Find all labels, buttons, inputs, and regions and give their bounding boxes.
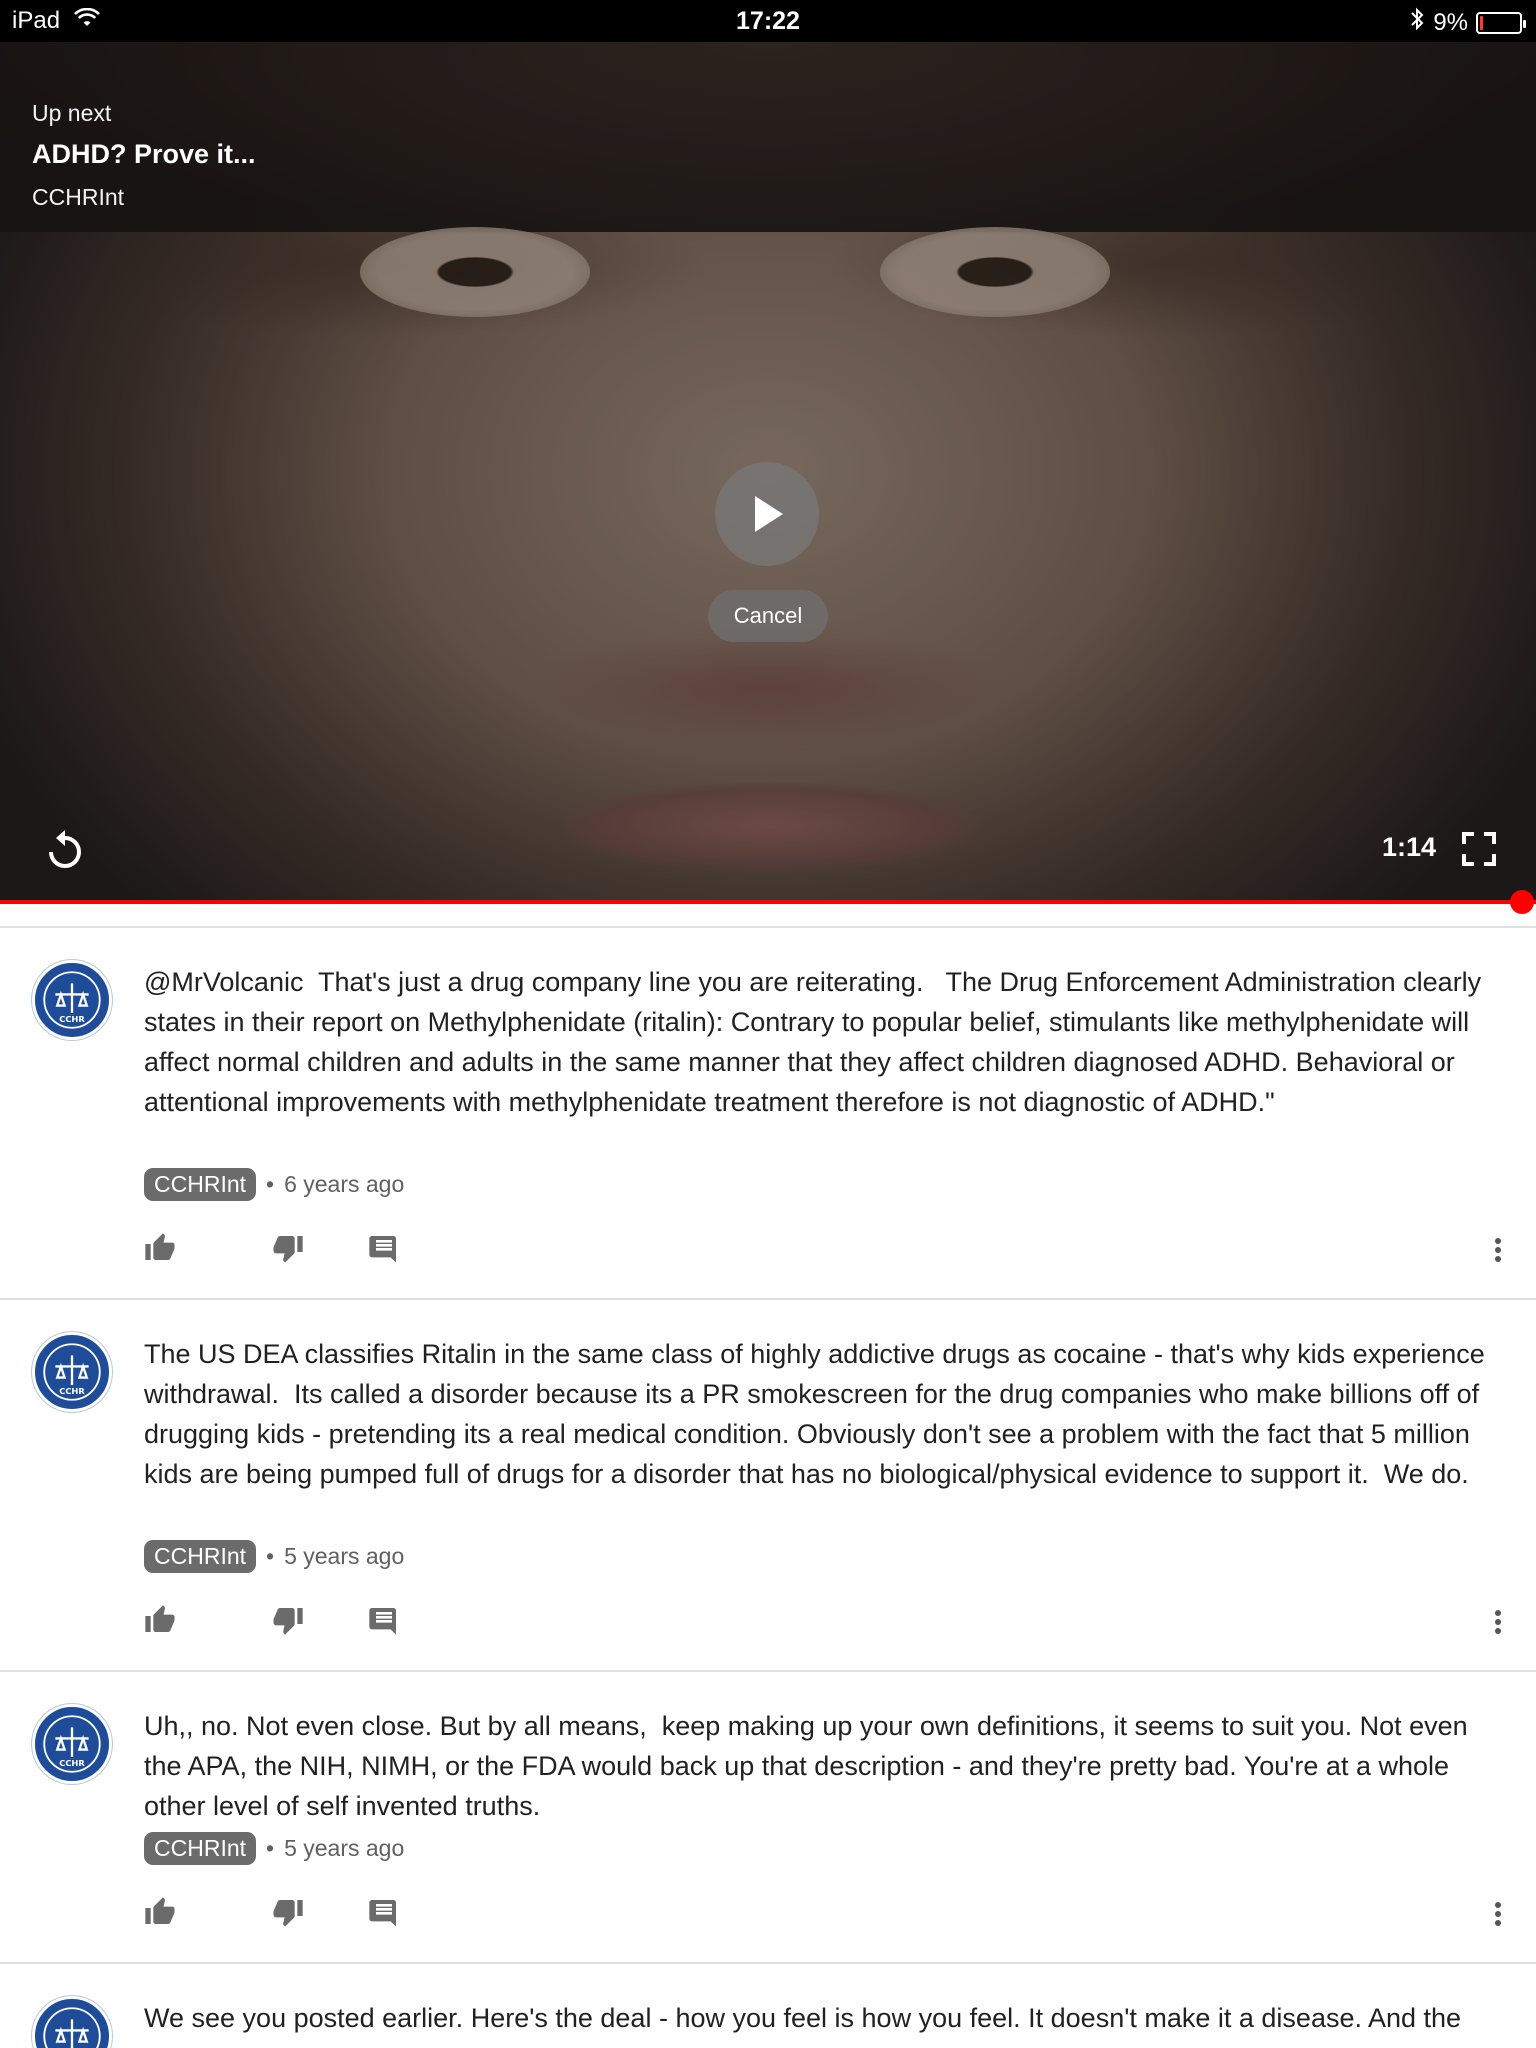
comment-text: @MrVolcanic That's just a drug company l… [144, 967, 1489, 1117]
reply-button[interactable] [368, 1604, 404, 1640]
thumbs-down-icon [273, 1608, 303, 1635]
comment-item: CCHR @MrVolcanic That's just a drug comp… [0, 928, 1536, 1300]
bullet-separator: • [266, 1543, 275, 1569]
avatar[interactable]: CCHR [32, 960, 112, 1040]
comment-meta: CCHRInt • 6 years ago [144, 1168, 404, 1201]
video-progress-bar[interactable] [0, 900, 1536, 904]
comment-meta: CCHRInt • 5 years ago [144, 1832, 404, 1865]
comment-text: The US DEA classifies Ritalin in the sam… [144, 1339, 1493, 1489]
replay-button[interactable] [40, 826, 90, 876]
thumbs-up-icon [145, 1605, 175, 1632]
avatar[interactable] [32, 1996, 112, 2048]
bullet-separator: • [266, 1835, 275, 1861]
author-badge[interactable]: CCHRInt [144, 1832, 257, 1865]
author-badge[interactable]: CCHRInt [144, 1540, 257, 1573]
comment-icon [369, 1900, 396, 1927]
dislike-button[interactable] [272, 1232, 308, 1268]
comment-icon [369, 1608, 396, 1635]
progress-scrubber-handle[interactable] [1510, 890, 1534, 914]
battery-percent: 9% [1433, 8, 1468, 36]
replay-icon [49, 830, 81, 868]
avatar[interactable]: CCHR [32, 1332, 112, 1412]
thumbs-down-icon [273, 1900, 303, 1927]
like-button[interactable] [144, 1232, 180, 1268]
svg-text:CCHR: CCHR [59, 1758, 85, 1768]
video-player[interactable]: Up next ADHD? Prove it... CCHRInt Cancel… [0, 42, 1536, 902]
time-remaining: 1:14 [1381, 832, 1436, 862]
avatar[interactable]: CCHR [32, 1704, 112, 1784]
comment-item: CCHR Uh,, no. Not even close. But by all… [0, 1672, 1536, 1964]
svg-text:CCHR: CCHR [59, 1014, 85, 1024]
up-next-panel[interactable]: Up next ADHD? Prove it... CCHRInt [32, 100, 256, 211]
author-badge[interactable]: CCHRInt [144, 1168, 257, 1201]
thumbs-up-icon [145, 1233, 175, 1260]
up-next-title[interactable]: ADHD? Prove it... [32, 139, 256, 170]
thumbs-down-icon [273, 1236, 303, 1263]
up-next-channel[interactable]: CCHRInt [32, 184, 256, 211]
battery-level [1480, 15, 1483, 30]
play-button[interactable] [715, 462, 819, 566]
comment-icon [369, 1236, 396, 1263]
status-time: 17:22 [736, 7, 800, 35]
thumbs-up-icon [145, 1897, 175, 1924]
status-bar: iPad 17:22 9% [0, 0, 1536, 42]
comment-actions [144, 1896, 1536, 1940]
comment-meta: CCHRInt • 5 years ago [144, 1540, 404, 1573]
cancel-autoplay-button[interactable]: Cancel [708, 590, 828, 642]
svg-text:CCHR: CCHR [59, 1386, 85, 1396]
reply-button[interactable] [368, 1232, 404, 1268]
comment-actions [144, 1232, 1536, 1276]
up-next-label: Up next [32, 100, 112, 126]
fullscreen-button[interactable] [1462, 832, 1496, 866]
comment-text: We see you posted earlier. Here's the de… [144, 2003, 1462, 2033]
dislike-button[interactable] [272, 1896, 308, 1932]
more-options-icon[interactable] [1488, 1232, 1508, 1268]
like-button[interactable] [144, 1604, 180, 1640]
like-button[interactable] [144, 1896, 180, 1932]
more-options-icon[interactable] [1488, 1604, 1508, 1640]
comment-time: 5 years ago [284, 1835, 405, 1861]
comment-item: We see you posted earlier. Here's the de… [0, 1964, 1536, 2048]
comment-time: 6 years ago [284, 1171, 405, 1197]
dislike-button[interactable] [272, 1604, 308, 1640]
comment-time: 5 years ago [284, 1543, 405, 1569]
bluetooth-icon [1409, 7, 1425, 38]
reply-button[interactable] [368, 1896, 404, 1932]
comment-actions [144, 1604, 1536, 1648]
fullscreen-icon [1462, 832, 1496, 866]
comment-item: CCHR The US DEA classifies Ritalin in th… [0, 1300, 1536, 1672]
comments-list: CCHR @MrVolcanic That's just a drug comp… [0, 928, 1536, 2048]
play-icon [755, 496, 783, 532]
bullet-separator: • [266, 1171, 275, 1197]
more-options-icon[interactable] [1488, 1896, 1508, 1932]
comment-text: Uh,, no. Not even close. But by all mean… [144, 1711, 1476, 1821]
battery-icon [1476, 11, 1526, 34]
